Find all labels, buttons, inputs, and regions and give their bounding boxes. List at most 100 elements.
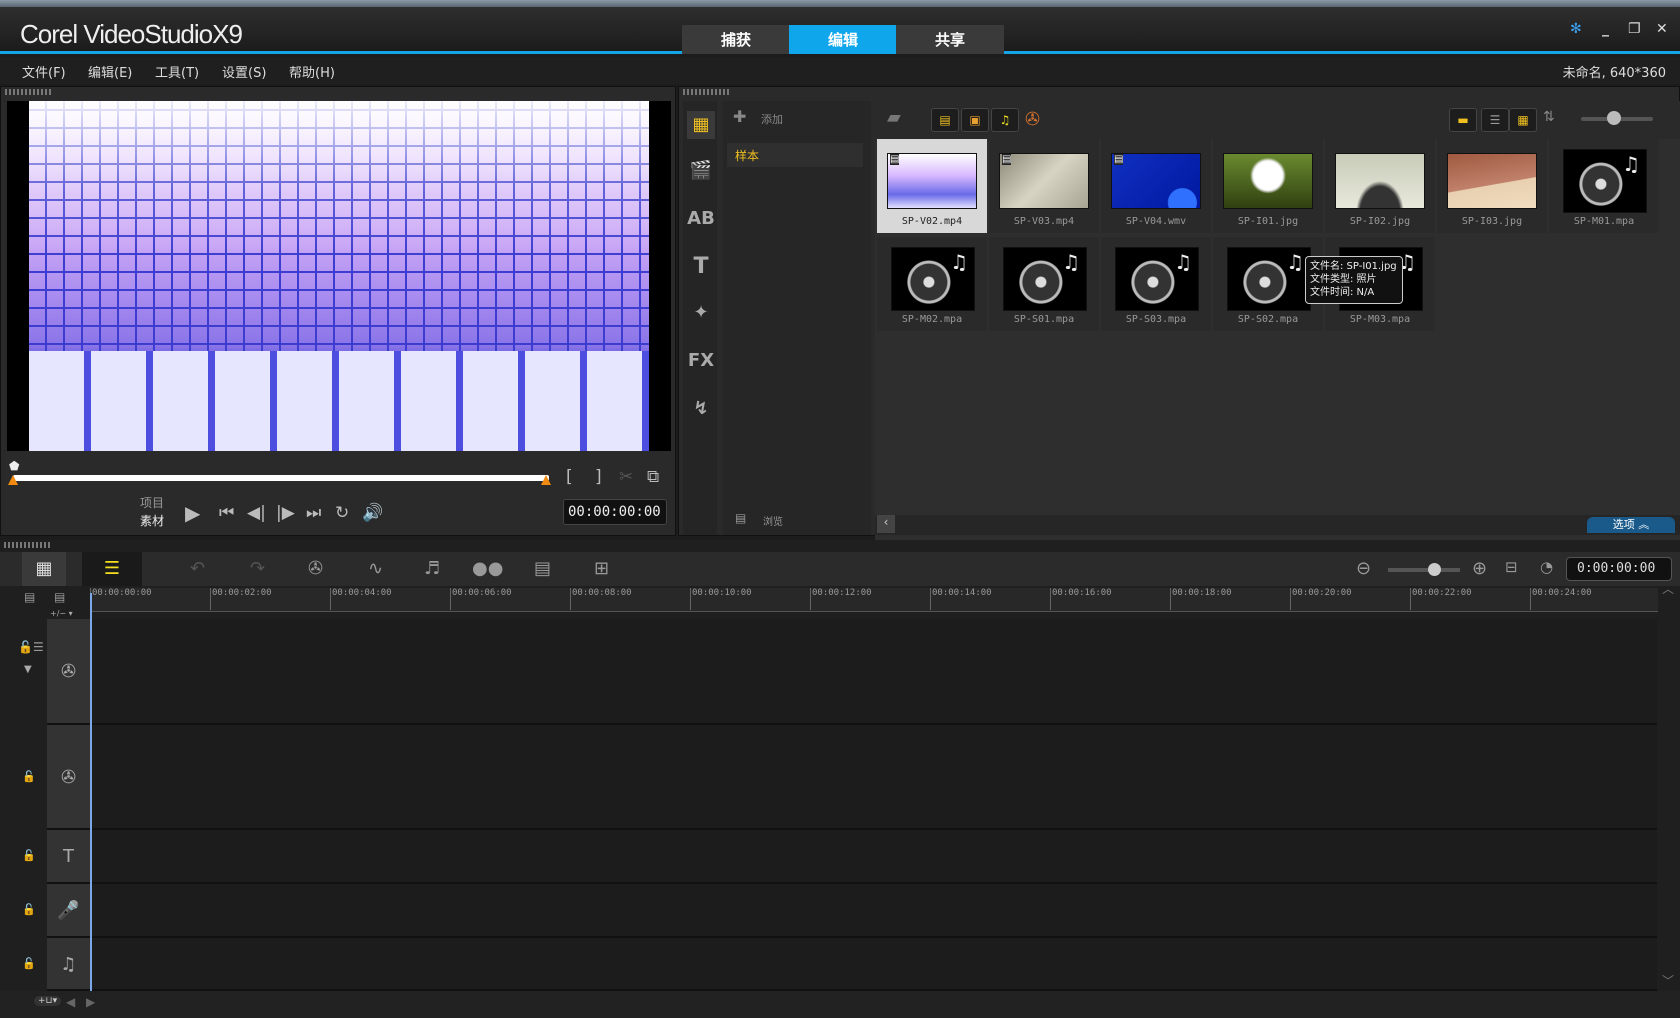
- sound-mixer-icon[interactable]: ∿: [368, 558, 383, 579]
- storyboard-view-button[interactable]: ▦: [22, 552, 66, 586]
- track-body[interactable]: [91, 830, 1657, 882]
- show-videos-button[interactable]: ▤: [931, 108, 959, 132]
- library-item[interactable]: ♫ SP-S03.mpa: [1101, 237, 1211, 331]
- menu-settings[interactable]: 设置(S): [222, 62, 266, 81]
- overlay-track-icon[interactable]: ✇: [47, 725, 90, 828]
- fit-project-icon[interactable]: ⊟: [1505, 558, 1518, 576]
- zoom-in-icon[interactable]: ⊕: [1472, 558, 1487, 579]
- scrub-handle[interactable]: ⬟: [9, 459, 19, 473]
- close-icon[interactable]: ✕: [1656, 21, 1668, 37]
- mark-out-button[interactable]: ]: [595, 467, 602, 487]
- menu-help[interactable]: 帮助(H): [289, 62, 335, 81]
- mark-in-button[interactable]: [: [566, 467, 573, 487]
- collapse-library-icon[interactable]: ‹: [877, 515, 895, 533]
- library-item[interactable]: ♫ SP-M01.mpa: [1549, 139, 1659, 233]
- library-item[interactable]: ♫ SP-M02.mpa: [877, 237, 987, 331]
- restore-icon[interactable]: ❐: [1628, 21, 1641, 37]
- folder-sample[interactable]: 样本: [727, 143, 863, 167]
- volume-button[interactable]: 🔊: [362, 503, 383, 523]
- scroll-up-icon[interactable]: ︿: [1662, 580, 1674, 597]
- library-item[interactable]: ▤ SP-V02.mp4: [877, 139, 987, 233]
- next-frame-button[interactable]: |▶: [276, 503, 295, 523]
- graphic-icon[interactable]: ✦: [687, 299, 715, 327]
- multi-camera-icon[interactable]: ⊞: [594, 558, 609, 579]
- split-clip-icon[interactable]: ✂: [619, 467, 633, 487]
- library-item[interactable]: SP-I01.jpg: [1213, 139, 1323, 233]
- panel-grip[interactable]: [4, 542, 50, 548]
- track-lock-icon[interactable]: 🔓: [22, 903, 36, 916]
- library-item[interactable]: ▤ SP-V03.mp4: [989, 139, 1099, 233]
- redo-icon[interactable]: ↷: [250, 558, 265, 579]
- video-track-icon[interactable]: ✇: [47, 619, 90, 723]
- help-icon[interactable]: ✻: [1570, 21, 1582, 37]
- panel-grip[interactable]: [683, 89, 729, 95]
- timeline-ruler[interactable]: 00:00:00:00 00:00:02:00 00:00:04:00 00:00:0…: [90, 588, 1658, 612]
- track-body[interactable]: [91, 884, 1657, 936]
- library-item[interactable]: ▤ SP-V04.wmv: [1101, 139, 1211, 233]
- timeline-zoom-slider[interactable]: [1388, 568, 1460, 572]
- track-manager-icon[interactable]: ▤: [24, 590, 35, 604]
- track-lock-icon[interactable]: 🔓: [22, 849, 36, 862]
- tab-share[interactable]: 共享: [896, 25, 1004, 54]
- timeline-track[interactable]: ✇: [47, 619, 1657, 725]
- scroll-left-icon[interactable]: ◀: [66, 995, 75, 1009]
- play-button[interactable]: ▶: [185, 501, 200, 525]
- get-more-icon[interactable]: ✇: [1025, 109, 1040, 130]
- trim-start-handle[interactable]: [8, 475, 18, 485]
- panel-grip[interactable]: [5, 89, 51, 95]
- track-lock-icon[interactable]: 🔓: [22, 957, 36, 970]
- sort-icon[interactable]: ⇅: [1543, 109, 1555, 125]
- zoom-slider-thumb[interactable]: [1428, 563, 1441, 576]
- add-track-button[interactable]: +⊔▾: [34, 996, 62, 1006]
- end-button[interactable]: ⏭: [306, 503, 321, 523]
- minimize-icon[interactable]: _: [1602, 21, 1609, 37]
- motion-tracking-icon[interactable]: ●●: [472, 558, 503, 579]
- scroll-right-icon[interactable]: ▶: [86, 995, 95, 1009]
- scrub-bar[interactable]: [13, 475, 549, 481]
- title-icon[interactable]: T: [687, 253, 715, 281]
- subtitle-editor-icon[interactable]: ▤: [534, 558, 551, 579]
- track-body[interactable]: [91, 725, 1657, 828]
- timeline-track[interactable]: ✇: [47, 725, 1657, 830]
- timeline-timecode[interactable]: 0:00:00:00: [1566, 557, 1672, 581]
- add-folder-label[interactable]: 添加: [761, 111, 783, 127]
- player-timecode[interactable]: 00:00:00:00: [563, 499, 667, 525]
- thumbnail-view-button[interactable]: ▦: [1509, 108, 1537, 132]
- scroll-down-icon[interactable]: ﹀: [1662, 972, 1674, 989]
- slider-thumb[interactable]: [1607, 111, 1621, 125]
- library-item[interactable]: ♫ SP-S01.mpa: [989, 237, 1099, 331]
- folder-icon[interactable]: ▰: [887, 107, 901, 128]
- playhead[interactable]: [90, 593, 92, 991]
- previous-frame-button[interactable]: ◀|: [247, 503, 266, 523]
- zoom-out-icon[interactable]: ⊖: [1356, 558, 1371, 579]
- track-lock-icon[interactable]: 🔓: [22, 770, 36, 783]
- browse-label[interactable]: 浏览: [763, 513, 783, 528]
- add-remove-chapter-icon[interactable]: ▤: [54, 590, 65, 604]
- media-category-icon[interactable]: ▦: [687, 111, 715, 139]
- record-capture-icon[interactable]: ✇: [308, 558, 323, 579]
- menu-file[interactable]: 文件(F): [22, 62, 66, 81]
- lock-all-tracks-icon[interactable]: 🔓☰: [18, 640, 44, 654]
- tab-capture[interactable]: 捕获: [682, 25, 790, 54]
- project-duration-icon[interactable]: ◔: [1540, 558, 1553, 576]
- library-item[interactable]: SP-I03.jpg: [1437, 139, 1547, 233]
- expand-tracks-icon[interactable]: ▼: [24, 664, 32, 675]
- library-item[interactable]: SP-I02.jpg: [1325, 139, 1435, 233]
- menu-edit[interactable]: 编辑(E): [88, 62, 132, 81]
- browse-icon[interactable]: ▤: [735, 511, 746, 525]
- transition-icon[interactable]: AB: [687, 205, 715, 233]
- track-body[interactable]: [91, 619, 1657, 723]
- timeline-track[interactable]: 🎤: [47, 884, 1657, 938]
- hide-title-view-button[interactable]: ▬: [1449, 108, 1477, 132]
- title-track-icon[interactable]: T: [47, 830, 90, 882]
- list-view-button[interactable]: ☰: [1481, 108, 1509, 132]
- track-body[interactable]: [91, 938, 1657, 989]
- enlarge-preview-icon[interactable]: ⧉: [647, 467, 659, 487]
- timeline-track[interactable]: T: [47, 830, 1657, 884]
- menu-tools[interactable]: 工具(T): [155, 62, 199, 81]
- repeat-button[interactable]: ↻: [335, 503, 349, 523]
- voice-track-icon[interactable]: 🎤: [47, 884, 90, 936]
- music-track-icon[interactable]: ♫: [47, 938, 90, 989]
- trim-end-handle[interactable]: [541, 475, 551, 485]
- auto-music-icon[interactable]: ♬: [424, 558, 440, 579]
